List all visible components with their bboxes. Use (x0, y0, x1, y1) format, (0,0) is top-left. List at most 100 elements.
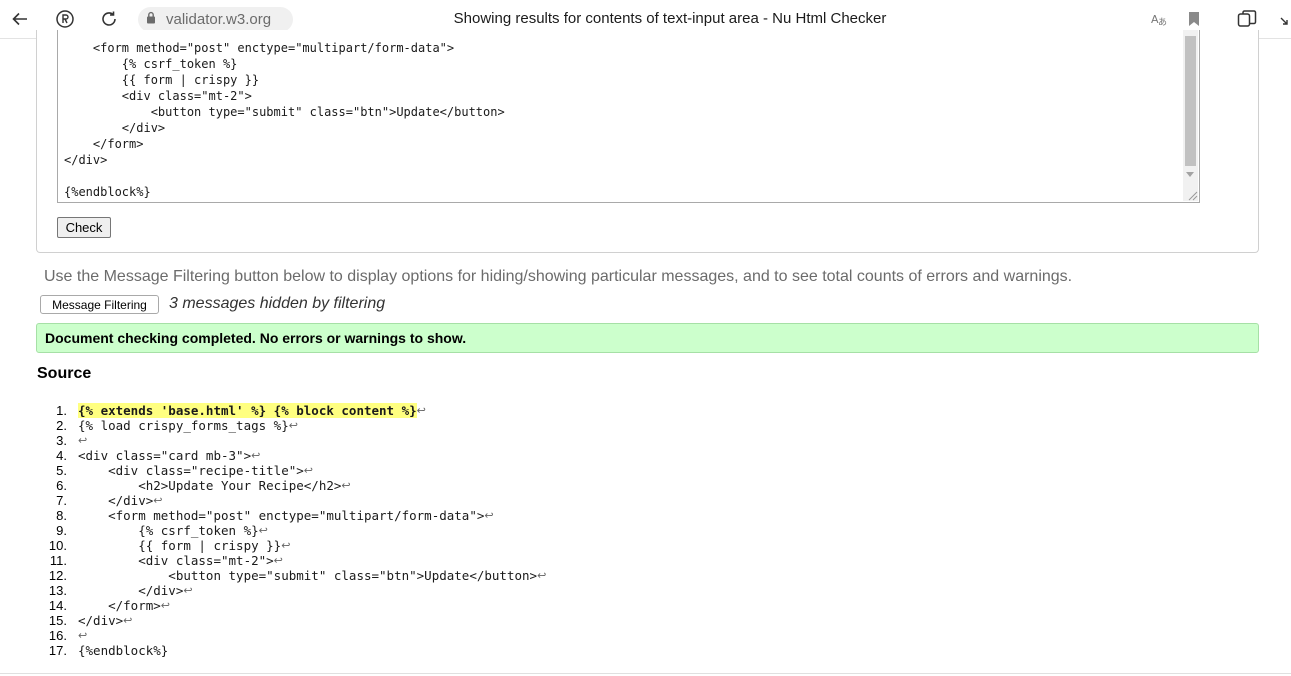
line-code: <div class="card mb-3"> (78, 448, 252, 463)
filter-note: Use the Message Filtering button below t… (44, 268, 1073, 285)
source-line: 12. <button type="submit" class="btn">Up… (36, 568, 546, 583)
line-return-icon: ↩ (251, 449, 261, 462)
line-return-icon: ↩ (416, 404, 426, 417)
line-number: 4. (56, 448, 67, 463)
line-return-icon: ↩ (78, 434, 88, 447)
source-listing: 1. {% extends 'base.html' %} {% block con… (36, 403, 546, 658)
scroll-down-icon[interactable] (1186, 172, 1194, 177)
line-return-icon: ↩ (484, 509, 494, 522)
line-code: {% load crispy_forms_tags %} (78, 418, 289, 433)
line-return-icon: ↩ (258, 524, 268, 537)
textarea-line: {%endblock%} (64, 185, 151, 199)
page-title: Showing results for contents of text-inp… (453, 10, 887, 27)
line-number: 17. (48, 643, 67, 658)
line-number: 9. (56, 523, 67, 538)
source-line: 1. {% extends 'base.html' %} {% block con… (36, 403, 546, 418)
line-number: 1. (56, 403, 67, 418)
textarea-scrollbar[interactable] (1183, 30, 1198, 201)
line-return-icon: ↩ (183, 584, 193, 597)
source-line: 10. {{ form | crispy }} ↩ (36, 538, 546, 553)
source-line: 15. </div> ↩ (36, 613, 546, 628)
source-line: 8. <form method="post" enctype="multipar… (36, 508, 546, 523)
back-icon[interactable] (6, 6, 34, 32)
line-code: <div class="mt-2"> (78, 553, 274, 568)
line-code: </form> (78, 598, 161, 613)
line-number: 7. (56, 493, 67, 508)
line-number: 11. (49, 553, 67, 568)
textarea-line: {{ form | crispy }} (64, 73, 260, 87)
svg-text:あ: あ (1158, 17, 1167, 27)
address-bar[interactable]: validator.w3.org (138, 7, 293, 32)
line-number: 15. (48, 613, 67, 628)
textarea-line: </div> (64, 153, 108, 167)
line-code: </div> (78, 613, 124, 628)
check-button[interactable]: Check (57, 217, 111, 238)
source-line: 17. {%endblock%} (36, 643, 546, 658)
divider (0, 673, 1291, 674)
line-number: 2. (56, 418, 67, 433)
line-number: 10. (48, 538, 67, 553)
textarea-line: </form> (64, 137, 144, 151)
textarea-content[interactable]: <form method="post" enctype="multipart/f… (64, 40, 505, 200)
line-number: 13. (48, 583, 67, 598)
lock-icon[interactable] (146, 11, 156, 29)
profile-icon[interactable] (51, 6, 79, 32)
line-number: 16. (48, 628, 67, 643)
source-line: 4. <div class="card mb-3"> ↩ (36, 448, 546, 463)
line-code: {%endblock%} (78, 643, 169, 658)
line-return-icon: ↩ (153, 494, 163, 507)
translate-icon[interactable]: Aあ (1145, 6, 1173, 32)
url-text[interactable]: validator.w3.org (166, 11, 271, 28)
scrollbar-thumb[interactable] (1185, 36, 1196, 166)
source-line: 16. ↩ (36, 628, 546, 643)
line-return-icon: ↩ (288, 419, 298, 432)
line-code: {% extends 'base.html' %} {% block conte… (78, 403, 417, 418)
line-code: <div class="recipe-title"> (78, 463, 304, 478)
source-line: 9. {% csrf_token %} ↩ (36, 523, 546, 538)
line-number: 12. (48, 568, 67, 583)
source-line: 6. <h2>Update Your Recipe</h2> ↩ (36, 478, 546, 493)
reload-icon[interactable] (95, 6, 123, 32)
line-return-icon: ↩ (281, 539, 291, 552)
line-number: 3. (56, 433, 67, 448)
line-code: <button type="submit" class="btn">Update… (78, 568, 538, 583)
textarea-line: <button type="submit" class="btn">Update… (64, 105, 505, 119)
line-number: 8. (56, 508, 67, 523)
textarea-line (64, 168, 505, 184)
line-code: <h2>Update Your Recipe</h2> (78, 478, 342, 493)
resize-handle-icon[interactable] (1186, 189, 1198, 201)
success-message: Document checking completed. No errors o… (36, 323, 1259, 353)
collections-icon[interactable] (1233, 6, 1261, 32)
line-code: </div> (78, 583, 184, 598)
line-code: {{ form | crispy }} (78, 538, 282, 553)
textarea-line: </div> (64, 121, 166, 135)
line-code: <form method="post" enctype="multipart/f… (78, 508, 485, 523)
bookmark-icon[interactable] (1180, 6, 1208, 32)
line-number: 5. (56, 463, 67, 478)
source-textarea[interactable]: <form method="post" enctype="multipart/f… (57, 30, 1200, 203)
source-line: 5. <div class="recipe-title"> ↩ (36, 463, 546, 478)
textarea-line: <div class="mt-2"> (64, 89, 252, 103)
line-code: {% csrf_token %} (78, 523, 259, 538)
line-number: 6. (56, 478, 67, 493)
line-return-icon: ↩ (78, 629, 88, 642)
line-code: </div> (78, 493, 154, 508)
source-line: 7. </div> ↩ (36, 493, 546, 508)
line-return-icon: ↩ (123, 614, 133, 627)
line-return-icon: ↩ (341, 479, 351, 492)
minimize-icon[interactable] (1276, 6, 1291, 32)
hidden-messages-count: 3 messages hidden by filtering (169, 295, 386, 312)
line-return-icon: ↩ (160, 599, 171, 612)
textarea-line: {% csrf_token %} (64, 57, 238, 71)
line-return-icon: ↩ (273, 554, 283, 567)
source-line: 14. </form> ↩ (36, 598, 546, 613)
source-line: 13. </div> ↩ (36, 583, 546, 598)
success-message-text: Document checking completed. No errors o… (45, 330, 467, 346)
line-return-icon: ↩ (537, 569, 547, 582)
source-line: 11. <div class="mt-2"> ↩ (36, 553, 546, 568)
source-line: 2. {% load crispy_forms_tags %} ↩ (36, 418, 546, 433)
message-filtering-button[interactable]: Message Filtering (40, 295, 159, 314)
line-number: 14. (48, 598, 67, 613)
source-line: 3. ↩ (36, 433, 546, 448)
line-return-icon: ↩ (303, 464, 313, 477)
